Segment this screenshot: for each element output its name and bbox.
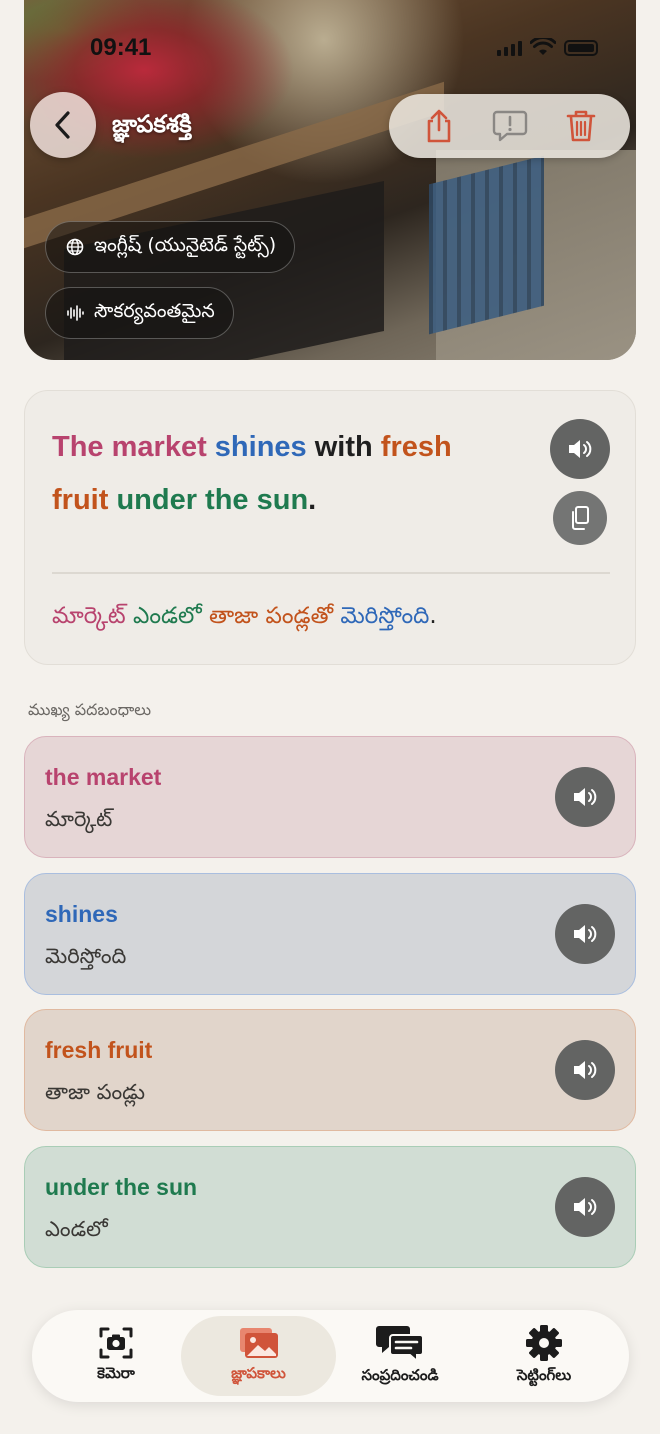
sentence-te-segment xyxy=(126,603,133,629)
delete-button[interactable] xyxy=(559,104,603,148)
wifi-icon xyxy=(530,38,556,55)
speaker-icon xyxy=(574,1198,597,1216)
chevron-left-icon xyxy=(55,111,70,139)
sentence-en-segment: shines xyxy=(214,431,307,463)
tab-memories[interactable]: జ్ఞాపకాలు xyxy=(181,1316,336,1396)
sentence-te-segment xyxy=(202,603,209,629)
sentence-en-segment: with xyxy=(306,431,381,463)
phrase-english: fresh fruit xyxy=(45,1037,153,1063)
phrase-english: the market xyxy=(45,764,162,790)
speak-phrase-button[interactable] xyxy=(555,767,615,827)
phrase-english: under the sun xyxy=(45,1174,198,1200)
phrase-telugu: ఎండలో xyxy=(45,1217,108,1241)
speaker-icon xyxy=(574,788,597,806)
tab-label: కెమెరా xyxy=(97,1364,135,1382)
phrase-telugu: మార్కెట్ xyxy=(45,807,113,831)
status-time: 09:41 xyxy=(90,34,152,61)
speaker-icon xyxy=(574,925,597,943)
voice-chip[interactable]: సౌకర్యవంతమైన xyxy=(45,287,234,339)
waveform-icon xyxy=(67,305,84,321)
sentence-en-segment: under the sun xyxy=(116,484,309,516)
sentence-te-segment: తాజా పండ్లతో xyxy=(209,603,334,629)
speak-sentence-button[interactable] xyxy=(550,419,610,479)
sentence-telugu: మార్కెట్ ఎండలో తాజా పండ్లతో మెరిస్తోంది. xyxy=(52,603,437,635)
phrase-card[interactable]: the market మార్కెట్ xyxy=(24,736,636,858)
speak-phrase-button[interactable] xyxy=(555,1040,615,1100)
tab-label: జ్ఞాపకాలు xyxy=(231,1364,286,1382)
sentence-te-segment: మెరిస్తోంది xyxy=(340,603,430,629)
gear-icon xyxy=(526,1325,562,1361)
tab-settings[interactable]: సెట్టింగ్‌లు xyxy=(482,1310,606,1402)
share-icon xyxy=(427,109,450,143)
speak-phrase-button[interactable] xyxy=(555,904,615,964)
page-title: జ్ఞాపకశక్తి xyxy=(112,110,192,138)
photos-icon xyxy=(239,1328,278,1358)
sentence-te-segment: ఎండలో xyxy=(133,603,202,629)
tab-label: సంప్రదించండి xyxy=(361,1366,439,1384)
phrase-telugu: తాజా పండ్లు xyxy=(45,1080,145,1104)
speaker-icon xyxy=(574,1061,597,1079)
sentence-english: The market shines with fresh fruit under… xyxy=(52,421,492,527)
action-toolbar xyxy=(389,94,630,158)
tab-camera[interactable]: కెమెరా xyxy=(60,1310,172,1402)
share-button[interactable] xyxy=(417,104,461,148)
tab-label: సెట్టింగ్‌లు xyxy=(516,1366,572,1384)
sentence-te-segment: మార్కెట్ xyxy=(52,603,126,629)
sentence-te-segment: . xyxy=(429,603,437,629)
battery-icon xyxy=(564,40,598,56)
phrase-telugu: మెరిస్తోంది xyxy=(45,944,127,968)
speaker-icon xyxy=(569,440,592,458)
report-button[interactable] xyxy=(488,104,532,148)
signal-icon xyxy=(497,41,522,56)
phrase-english: shines xyxy=(45,901,118,927)
sentence-card: The market shines with fresh fruit under… xyxy=(24,390,636,665)
globe-icon xyxy=(66,238,84,256)
sentence-en-segment: . xyxy=(308,484,317,516)
status-bar: 09:41 xyxy=(0,28,660,68)
language-chip[interactable]: ఇంగ్లీష్ (యునైటెడ్ స్టేట్స్) xyxy=(45,221,296,273)
tab-bar: కెమెరా జ్ఞాపకాలు సంప్రదించండి xyxy=(32,1310,629,1402)
phrase-card[interactable]: shines మెరిస్తోంది xyxy=(24,873,636,995)
copy-icon xyxy=(572,506,589,530)
speak-phrase-button[interactable] xyxy=(555,1177,615,1237)
phrase-card[interactable]: fresh fruit తాజా పండ్లు xyxy=(24,1009,636,1131)
camera-icon xyxy=(99,1327,133,1359)
language-chip-label: ఇంగ్లీష్ (యునైటెడ్ స్టేట్స్) xyxy=(94,233,277,256)
section-label: ముఖ్య పదబంధాలు xyxy=(28,700,152,719)
back-button[interactable] xyxy=(30,92,96,158)
sentence-en-segment xyxy=(207,431,215,463)
feedback-icon xyxy=(492,110,527,142)
sentence-en-segment: The market xyxy=(52,431,207,463)
chat-icon xyxy=(376,1326,424,1362)
copy-button[interactable] xyxy=(553,491,607,545)
divider xyxy=(52,572,610,574)
trash-icon xyxy=(566,110,595,142)
phrase-card[interactable]: under the sun ఎండలో xyxy=(24,1146,636,1268)
tab-contact[interactable]: సంప్రదించండి xyxy=(338,1310,462,1402)
voice-chip-label: సౌకర్యవంతమైన xyxy=(94,299,215,322)
